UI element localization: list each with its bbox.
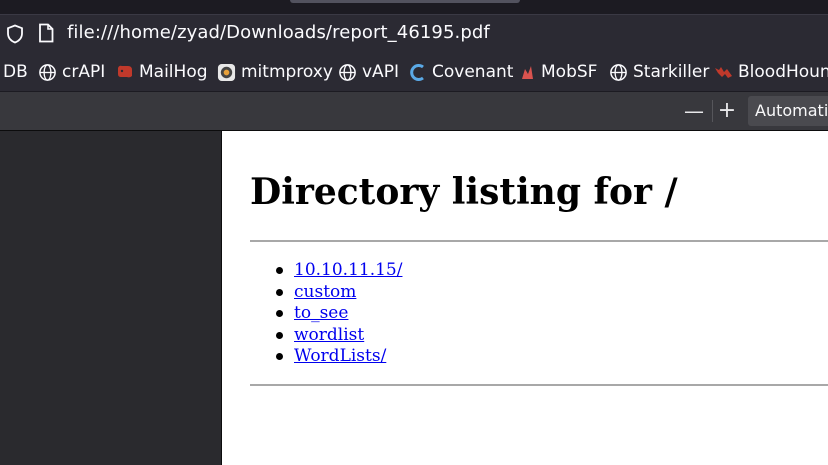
url-text[interactable]: file:///home/zyad/Downloads/report_46195… (67, 22, 490, 43)
list-item: 10.10.11.15/ (250, 260, 402, 282)
bookmark-label: MobSF (541, 62, 598, 82)
pdf-sidebar (0, 131, 221, 465)
list-item: custom (250, 282, 402, 304)
globe-icon (339, 63, 356, 81)
entry-link[interactable]: 10.10.11.15/ (294, 260, 402, 280)
bookmark-label: DB (3, 62, 28, 82)
bookmark-label: vAPI (362, 62, 399, 82)
address-bar[interactable]: file:///home/zyad/Downloads/report_46195… (0, 14, 828, 54)
list-item: to_see (250, 303, 402, 325)
zoom-in-button[interactable]: + (716, 98, 738, 124)
bookmark-label: mitmproxy (241, 62, 333, 82)
mitmproxy-icon (217, 63, 236, 81)
bookmark-crapi[interactable]: crAPI (38, 53, 105, 91)
list-item: WordLists/ (250, 346, 402, 368)
mobsf-icon (522, 65, 533, 79)
list-item: wordlist (250, 325, 402, 347)
bookmark-label: Covenant (432, 62, 514, 82)
bookmark-bloodhound[interactable]: BloodHound (714, 53, 828, 91)
globe-icon (39, 63, 56, 81)
bookmark-vapi[interactable]: vAPI (338, 53, 399, 91)
bookmark-mobsf[interactable]: MobSF (519, 53, 597, 91)
zoom-out-button[interactable]: — (683, 98, 705, 124)
covenant-icon (410, 63, 424, 81)
divider-bottom (250, 384, 828, 386)
entry-link[interactable]: wordlist (294, 325, 364, 345)
bloodhound-icon (715, 66, 732, 78)
page-icon[interactable] (38, 23, 54, 43)
bookmarks-toolbar: DB crAPI MailHog mitmproxy vAPI Covenant… (0, 53, 828, 92)
divider-top (250, 240, 828, 242)
bookmark-label: MailHog (139, 62, 208, 82)
zoom-select[interactable]: Automatic Zoom (748, 96, 828, 126)
bookmark-mitmproxy[interactable]: mitmproxy (217, 53, 333, 91)
tab-strip (0, 0, 828, 12)
bookmark-db[interactable]: DB (3, 53, 28, 91)
entry-link[interactable]: custom (294, 282, 356, 302)
active-tab-edge[interactable] (290, 0, 520, 3)
bookmark-covenant[interactable]: Covenant (409, 53, 513, 91)
entry-link[interactable]: WordLists/ (294, 346, 386, 366)
bookmark-label: Starkiller (633, 62, 710, 82)
pdf-toolbar: — + Automatic Zoom (0, 92, 828, 131)
mailhog-icon (118, 65, 132, 78)
pdf-page: Directory listing for / 10.10.11.15/ cus… (222, 131, 828, 465)
page-title: Directory listing for / (250, 171, 678, 213)
shield-icon[interactable] (6, 24, 24, 44)
globe-icon (610, 63, 627, 81)
bookmark-label: BloodHound (738, 62, 828, 82)
bookmark-label: crAPI (62, 62, 106, 82)
bookmark-mailhog[interactable]: MailHog (116, 53, 208, 91)
toolbar-separator (712, 100, 713, 122)
directory-listing: 10.10.11.15/ custom to_see wordlist Word… (250, 260, 402, 368)
bookmark-starkiller[interactable]: Starkiller (609, 53, 709, 91)
entry-link[interactable]: to_see (294, 303, 348, 323)
